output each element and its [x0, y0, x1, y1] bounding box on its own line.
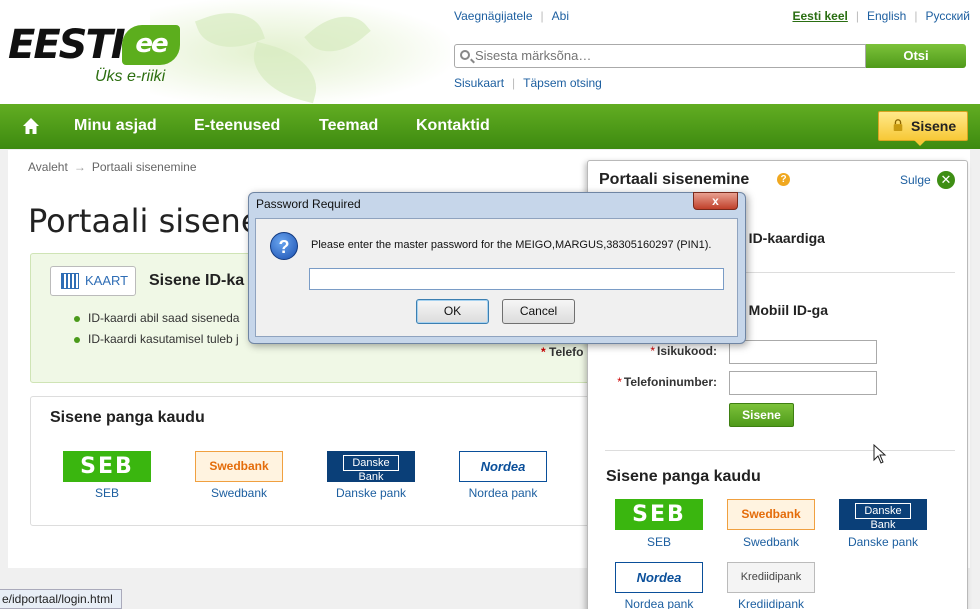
search-button[interactable]: Otsi [866, 44, 966, 68]
panel-mobile-id-heading: e Mobiil ID-ga [737, 302, 828, 318]
home-icon[interactable] [22, 117, 40, 135]
dialog-close-button[interactable]: x [693, 192, 738, 210]
page-title: Portaali sisene [28, 202, 261, 240]
danske-logo[interactable]: Danske Bank [327, 451, 415, 483]
dialog-message: Please enter the master password for the… [311, 239, 712, 251]
id-card-logo[interactable]: KAART [50, 266, 136, 296]
phone-number-field[interactable] [729, 371, 877, 395]
swedbank-logo[interactable]: Swedbank [195, 451, 283, 482]
panel-swedbank-logo[interactable]: Swedbank [727, 499, 815, 530]
ok-button[interactable]: OK [416, 299, 489, 324]
nav-topics[interactable]: Teemad [319, 117, 378, 135]
panel-danske-link[interactable]: Danske pank [833, 535, 933, 549]
panel-seb-logo[interactable]: SEB [615, 499, 703, 530]
master-password-input[interactable] [309, 268, 724, 290]
dialog-title: Password Required [256, 197, 361, 211]
phone-number-label: * Telefoninumber: [617, 375, 717, 389]
id-card-bullet: ID-kaardi kasutamisel tuleb j [74, 332, 239, 346]
panel-danske-logo[interactable]: Danske Bank [839, 499, 927, 531]
nordea-link[interactable]: Nordea pank [453, 486, 553, 500]
close-icon[interactable]: ✕ [937, 171, 955, 189]
link-accessibility[interactable]: Vaegnägijatele [454, 9, 533, 23]
language-switcher: Eesti keel | English | Русский [792, 9, 970, 23]
panel-krediidipank-logo[interactable]: Krediidipank [727, 562, 815, 593]
help-icon[interactable]: ? [777, 173, 790, 186]
breadcrumb-arrow: → [73, 160, 86, 174]
status-bar-url: e/idportaal/login.html [0, 589, 122, 609]
nav-my-things[interactable]: Minu asjad [74, 117, 157, 135]
danske-link[interactable]: Danske pank [321, 486, 421, 500]
id-card-bullet: ID-kaardi abil saad siseneda [74, 311, 239, 325]
breadcrumb-home[interactable]: Avaleht [28, 160, 68, 174]
isikukood-label: * Isikukood: [650, 344, 717, 358]
site-logo-ee[interactable]: ee [122, 25, 180, 65]
search-box [454, 44, 866, 68]
search-sub-links: Sisukaart | Täpsem otsing [454, 76, 602, 90]
breadcrumb: Avaleht → Portaali sisenemine [28, 160, 197, 174]
panel-nordea-link[interactable]: Nordea pank [609, 597, 709, 609]
nav-e-services[interactable]: E-teenused [194, 117, 280, 135]
isikukood-field[interactable] [729, 340, 877, 364]
panel-banks-title: Sisene panga kaudu [606, 468, 761, 485]
site-logo[interactable]: EESTI [8, 22, 126, 68]
seb-logo[interactable]: SEB [63, 451, 151, 482]
panel-seb-link[interactable]: SEB [609, 535, 709, 549]
panel-swedbank-link[interactable]: Swedbank [721, 535, 821, 549]
login-button[interactable]: Sisene [878, 111, 968, 141]
top-links: Vaegnägijatele | Abi [454, 9, 569, 23]
login-button-label: Sisene [911, 118, 957, 134]
question-icon: ? [270, 232, 298, 260]
panel-title: Portaali sisenemine [599, 171, 750, 188]
chip-icon [61, 273, 79, 289]
link-sitemap[interactable]: Sisukaart [454, 76, 504, 90]
login-pointer [914, 140, 926, 146]
nordea-logo[interactable]: Nordea [459, 451, 547, 482]
site-tagline: Üks e-riiki [95, 68, 166, 85]
panel-nordea-logo[interactable]: Nordea [615, 562, 703, 593]
panel-divider [605, 450, 955, 451]
panel-id-card-heading: e ID-kaardiga [737, 230, 825, 246]
swedbank-link[interactable]: Swedbank [189, 486, 289, 500]
nav-contacts[interactable]: Kontaktid [416, 117, 490, 135]
mobile-id-submit-button[interactable]: Sisene [729, 403, 794, 427]
lang-estonian[interactable]: Eesti keel [792, 9, 847, 23]
id-card-logo-text: KAART [85, 273, 129, 288]
mouse-cursor-icon [873, 444, 887, 464]
panel-close-link[interactable]: Sulge [900, 173, 931, 187]
cancel-button[interactable]: Cancel [502, 299, 575, 324]
lock-icon [893, 119, 903, 131]
search-input[interactable] [475, 48, 855, 63]
seb-link[interactable]: SEB [57, 486, 157, 500]
link-advanced-search[interactable]: Täpsem otsing [523, 76, 602, 90]
lang-english[interactable]: English [867, 9, 906, 23]
panel-krediidipank-link[interactable]: Krediidipank [721, 597, 821, 609]
search-icon [460, 50, 470, 60]
phone-label-fragment: * Telefo [541, 345, 584, 359]
breadcrumb-current: Portaali sisenemine [91, 160, 197, 174]
lang-russian[interactable]: Русский [925, 9, 970, 23]
id-card-title: Sisene ID-ka [149, 272, 245, 289]
main-navigation: Minu asjad E-teenused Teemad Kontaktid [0, 104, 980, 149]
bank-section-title: Sisene panga kaudu [50, 409, 205, 426]
link-help[interactable]: Abi [552, 9, 569, 23]
